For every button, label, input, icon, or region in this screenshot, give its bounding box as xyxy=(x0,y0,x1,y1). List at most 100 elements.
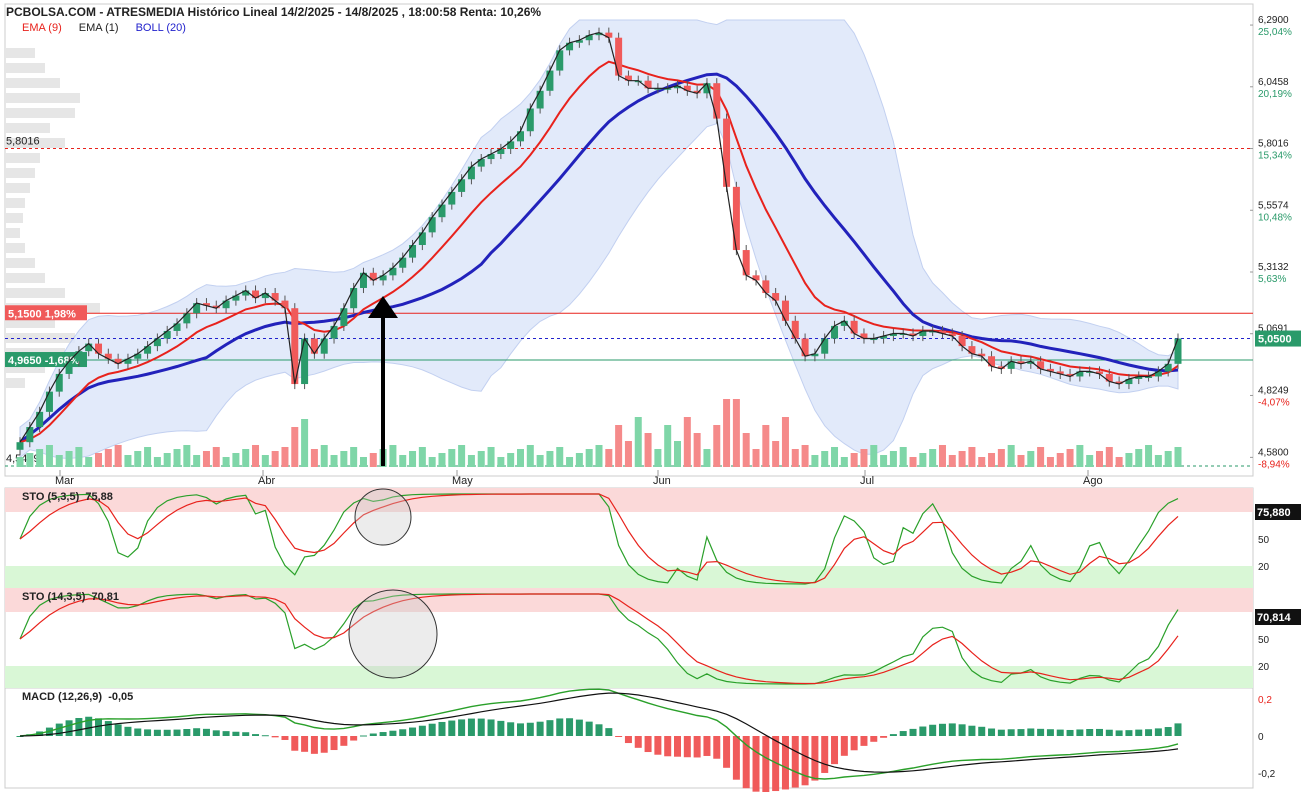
candle-body xyxy=(310,338,318,354)
volume-bar xyxy=(958,451,966,467)
candle-body xyxy=(516,131,524,142)
price-tick-label: 4,5800 xyxy=(1258,447,1289,458)
volume-bar xyxy=(1164,451,1172,467)
stoch-axis-label: 50 xyxy=(1258,635,1270,646)
macd-hist-bar xyxy=(1076,729,1084,736)
volume-bar xyxy=(85,457,93,467)
macd-hist-bar xyxy=(1105,729,1113,736)
macd-hist-bar xyxy=(860,736,868,746)
sto1-value: 75,88 xyxy=(85,491,113,503)
volume-bar xyxy=(1056,453,1064,467)
pct-tick-label: 15,34% xyxy=(1258,151,1292,162)
candle-body xyxy=(713,83,721,119)
macd-hist-bar xyxy=(840,736,848,756)
volume-bar xyxy=(369,453,377,467)
volume-bar xyxy=(173,449,181,467)
volume-profile-bar xyxy=(5,273,45,283)
pct-tick-label: 20,19% xyxy=(1258,89,1292,100)
volume-bar xyxy=(252,445,260,467)
volume-bar xyxy=(831,447,839,467)
volume-profile-bar xyxy=(5,123,50,133)
candle-body xyxy=(65,361,73,374)
volume-bar xyxy=(448,449,456,467)
volume-bar xyxy=(575,453,583,467)
candle-body xyxy=(526,108,534,132)
macd-hist-bar xyxy=(252,734,260,736)
macd-hist-bar xyxy=(566,718,574,736)
volume-bar xyxy=(615,425,623,467)
legend-boll: BOLL (20) xyxy=(135,22,186,34)
macd-hist-bar xyxy=(575,719,583,736)
macd-hist-bar xyxy=(232,731,240,736)
volume-bar xyxy=(114,445,122,467)
candle-body xyxy=(850,320,858,334)
volume-bar xyxy=(703,449,711,467)
volume-bar xyxy=(183,445,191,467)
volume-bar xyxy=(144,447,152,467)
volume-bar xyxy=(1037,447,1045,467)
macd-hist-bar xyxy=(1154,728,1162,736)
macd-hist-bar xyxy=(516,723,524,736)
macd-hist-bar xyxy=(723,736,731,768)
macd-hist-bar xyxy=(359,735,367,737)
macd-hist-bar xyxy=(261,735,269,737)
volume-bar xyxy=(1066,449,1074,467)
volume-bar xyxy=(320,445,328,467)
macd-hist-bar xyxy=(703,736,711,756)
macd-hist-bar xyxy=(948,723,956,736)
volume-bar xyxy=(791,449,799,467)
candle-body xyxy=(183,313,191,324)
volume-bar xyxy=(978,457,986,467)
macd-hist-bar xyxy=(978,726,986,736)
macd-hist-bar xyxy=(909,728,917,736)
price-tick-label: 5,8016 xyxy=(1258,139,1289,150)
sto1-label: STO (5,3,5) xyxy=(22,491,80,503)
candle-body xyxy=(281,300,289,309)
volume-bar xyxy=(428,457,436,467)
macd-hist-bar xyxy=(585,721,593,736)
volume-bar xyxy=(1076,445,1084,467)
volume-bar xyxy=(772,441,780,467)
volume-profile-bar xyxy=(5,93,80,103)
macd-hist-bar xyxy=(458,719,466,736)
volume-profile-bar xyxy=(5,258,35,268)
volume-bar xyxy=(359,457,367,467)
volume-bar xyxy=(674,441,682,467)
bollinger-band xyxy=(19,19,1179,459)
volume-bar xyxy=(36,449,44,467)
current-price-label: 5,0500 xyxy=(1258,334,1292,346)
macd-hist-bar xyxy=(1145,729,1153,736)
volume-bar xyxy=(762,425,770,467)
candle-body xyxy=(399,257,407,268)
volume-bar xyxy=(595,445,603,467)
volume-bar xyxy=(929,449,937,467)
volume-bar xyxy=(340,451,348,467)
macd-hist-bar xyxy=(202,728,210,736)
volume-bar xyxy=(1115,457,1123,467)
ref-tag-label: 5,1500 1,98% xyxy=(8,308,76,320)
volume-bar xyxy=(232,453,240,467)
volume-bar xyxy=(821,451,829,467)
volume-bar xyxy=(870,445,878,467)
macd-hist-bar xyxy=(281,736,289,740)
volume-bar xyxy=(399,455,407,467)
volume-bar xyxy=(860,449,868,467)
volume-profile-bar xyxy=(5,378,25,388)
volume-bar xyxy=(938,445,946,467)
candle-body xyxy=(95,343,103,354)
volume-bar xyxy=(507,453,515,467)
macd-hist-bar xyxy=(713,736,721,759)
volume-bar xyxy=(634,417,642,467)
macd-axis-label: 0 xyxy=(1258,732,1264,743)
volume-bar xyxy=(556,447,564,467)
macd-hist-bar xyxy=(144,729,152,736)
macd-hist-bar xyxy=(193,728,201,736)
pct-tick-label: 25,04% xyxy=(1258,27,1292,38)
volume-bar xyxy=(1125,453,1133,467)
macd-axis-label: 0,2 xyxy=(1258,695,1272,706)
legend-ema9: EMA (9) xyxy=(22,22,62,34)
volume-bar xyxy=(163,453,171,467)
volume-bar xyxy=(585,449,593,467)
stoch-axis-label: 20 xyxy=(1258,562,1270,573)
macd-hist-bar xyxy=(1164,727,1172,736)
